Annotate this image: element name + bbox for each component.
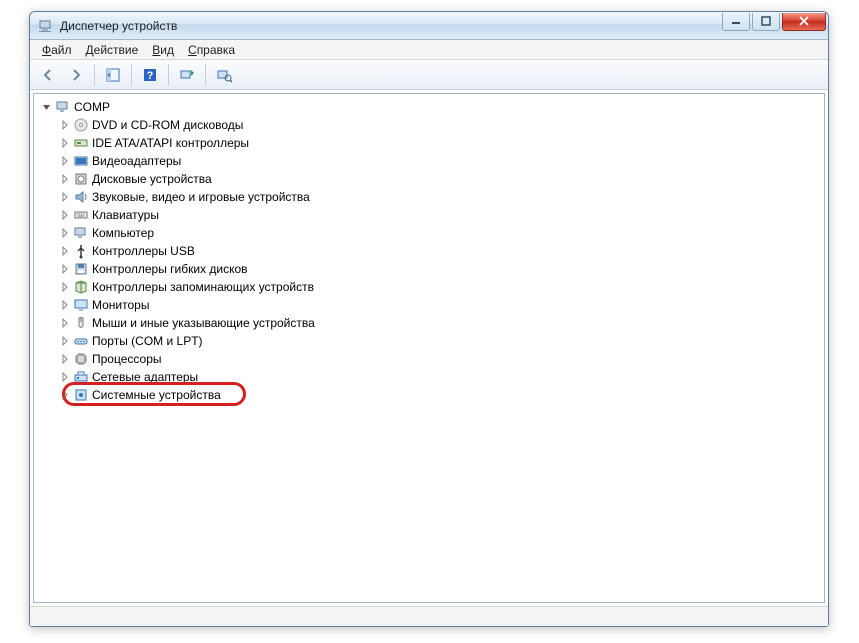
monitor-icon: [73, 297, 89, 313]
menu-view[interactable]: Вид: [146, 41, 180, 59]
menubar: Файл Действие Вид Справка: [30, 40, 828, 60]
tree-item[interactable]: IDE ATA/ATAPI контроллеры: [58, 134, 824, 152]
scan-hardware-button[interactable]: [175, 63, 199, 87]
device-manager-window: Диспетчер устройств Файл Действие Вид Сп…: [29, 11, 829, 627]
tree-item[interactable]: Клавиатуры: [58, 206, 824, 224]
expand-icon[interactable]: [58, 334, 72, 348]
video-icon: [73, 153, 89, 169]
back-button[interactable]: [36, 63, 60, 87]
mouse-icon: [73, 315, 89, 331]
tree-item[interactable]: Видеоадаптеры: [58, 152, 824, 170]
expand-icon[interactable]: [58, 352, 72, 366]
tree-item[interactable]: Процессоры: [58, 350, 824, 368]
expand-icon[interactable]: [58, 280, 72, 294]
floppy-icon: [73, 261, 89, 277]
tree-item-label: Процессоры: [92, 352, 162, 366]
tree-item-label: IDE ATA/ATAPI контроллеры: [92, 136, 249, 150]
expand-icon[interactable]: [58, 262, 72, 276]
show-hide-tree-button[interactable]: [101, 63, 125, 87]
separator: [94, 64, 95, 86]
tree-item-label: Системные устройства: [92, 388, 221, 402]
tree-item[interactable]: Контроллеры запоминающих устройств: [58, 278, 824, 296]
tree-item[interactable]: Системные устройства: [58, 386, 824, 404]
root-label: COMP: [74, 100, 110, 114]
properties-button[interactable]: [212, 63, 236, 87]
tree-item[interactable]: Мыши и иные указывающие устройства: [58, 314, 824, 332]
tree-item-label: Мыши и иные указывающие устройства: [92, 316, 315, 330]
statusbar: [30, 606, 828, 626]
separator: [205, 64, 206, 86]
tree-item[interactable]: Контроллеры USB: [58, 242, 824, 260]
usb-icon: [73, 243, 89, 259]
keyboard-icon: [73, 207, 89, 223]
svg-text:?: ?: [147, 70, 154, 82]
network-icon: [73, 369, 89, 385]
expand-icon[interactable]: [58, 136, 72, 150]
tree-item-label: Контроллеры запоминающих устройств: [92, 280, 314, 294]
tree-item[interactable]: Сетевые адаптеры: [58, 368, 824, 386]
expand-icon[interactable]: [58, 172, 72, 186]
expand-icon[interactable]: [58, 388, 72, 402]
cpu-icon: [73, 351, 89, 367]
tree-item-label: Порты (COM и LPT): [92, 334, 203, 348]
toolbar: ?: [30, 60, 828, 90]
help-button[interactable]: ?: [138, 63, 162, 87]
tree-item[interactable]: Компьютер: [58, 224, 824, 242]
window-title: Диспетчер устройств: [60, 19, 720, 33]
expand-icon[interactable]: [58, 370, 72, 384]
tree-item[interactable]: Дисковые устройства: [58, 170, 824, 188]
expand-icon[interactable]: [58, 154, 72, 168]
separator: [168, 64, 169, 86]
audio-icon: [73, 189, 89, 205]
close-button[interactable]: [782, 13, 826, 31]
tree-item-label: Мониторы: [92, 298, 149, 312]
tree-item[interactable]: Звуковые, видео и игровые устройства: [58, 188, 824, 206]
tree-root[interactable]: COMP: [40, 98, 824, 116]
computer-icon: [55, 99, 71, 115]
minimize-button[interactable]: [722, 13, 750, 31]
expand-icon[interactable]: [58, 190, 72, 204]
tree-item[interactable]: Контроллеры гибких дисков: [58, 260, 824, 278]
disc-icon: [73, 117, 89, 133]
tree-item-label: Контроллеры USB: [92, 244, 195, 258]
device-tree-panel[interactable]: COMP DVD и CD-ROM дисководы IDE ATA/ATAPI…: [33, 93, 825, 603]
tree-item-label: Дисковые устройства: [92, 172, 212, 186]
expand-icon[interactable]: [58, 298, 72, 312]
ide-icon: [73, 135, 89, 151]
expand-icon[interactable]: [58, 208, 72, 222]
titlebar[interactable]: Диспетчер устройств: [30, 12, 828, 40]
storage-icon: [73, 279, 89, 295]
expand-icon[interactable]: [58, 244, 72, 258]
system-icon: [73, 387, 89, 403]
separator: [131, 64, 132, 86]
tree-item-label: Сетевые адаптеры: [92, 370, 198, 384]
forward-button[interactable]: [64, 63, 88, 87]
collapse-icon[interactable]: [40, 100, 54, 114]
computer-icon: [73, 225, 89, 241]
menu-file[interactable]: Файл: [36, 41, 78, 59]
tree-item-label: DVD и CD-ROM дисководы: [92, 118, 243, 132]
window-controls: [720, 13, 826, 31]
disk-icon: [73, 171, 89, 187]
tree-item[interactable]: Мониторы: [58, 296, 824, 314]
tree-item[interactable]: DVD и CD-ROM дисководы: [58, 116, 824, 134]
expand-icon[interactable]: [58, 226, 72, 240]
expand-icon[interactable]: [58, 316, 72, 330]
menu-action[interactable]: Действие: [80, 41, 145, 59]
tree-item-label: Клавиатуры: [92, 208, 159, 222]
tree-item-label: Видеоадаптеры: [92, 154, 181, 168]
port-icon: [73, 333, 89, 349]
menu-help[interactable]: Справка: [182, 41, 241, 59]
expand-icon[interactable]: [58, 118, 72, 132]
tree-item-label: Компьютер: [92, 226, 154, 240]
app-icon: [38, 18, 54, 34]
tree-item-label: Звуковые, видео и игровые устройства: [92, 190, 310, 204]
tree-item[interactable]: Порты (COM и LPT): [58, 332, 824, 350]
tree-item-label: Контроллеры гибких дисков: [92, 262, 248, 276]
maximize-button[interactable]: [752, 13, 780, 31]
